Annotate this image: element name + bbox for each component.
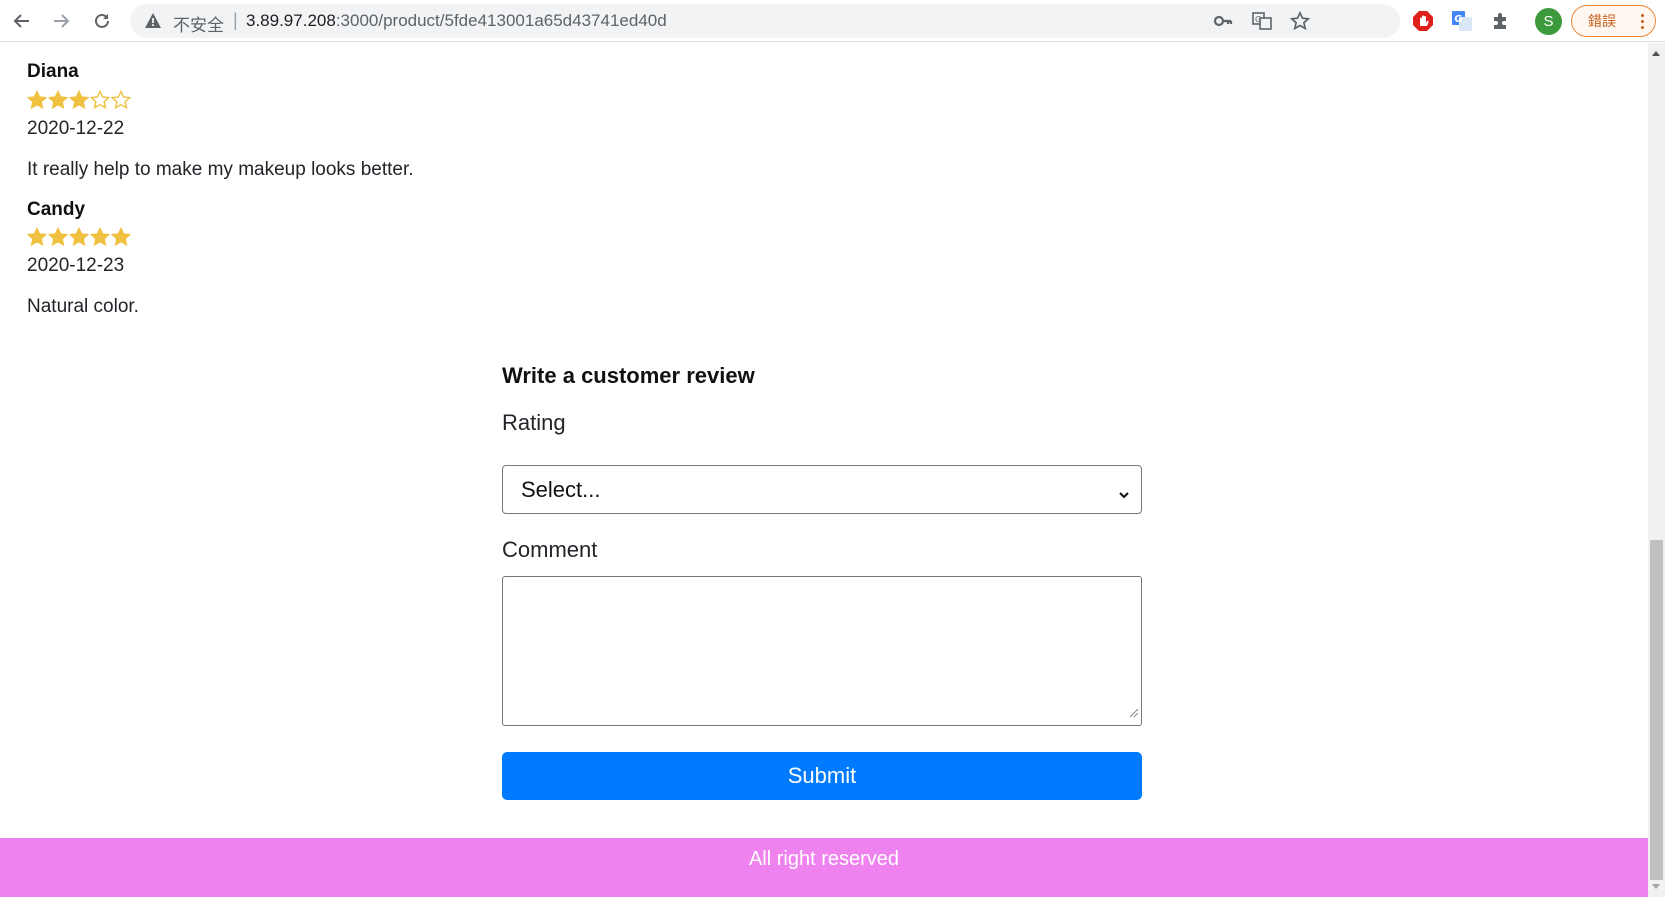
star-filled-icon <box>69 90 89 110</box>
review-item: Candy <box>27 199 85 221</box>
url-host: 3.89.97.208 <box>246 11 336 30</box>
page-content: Diana 2020-12-22 It really help to make … <box>0 43 1648 897</box>
review-item: Diana <box>27 61 79 83</box>
rating-select[interactable]: Select... <box>502 465 1142 514</box>
star-filled-icon <box>27 227 47 247</box>
scroll-up-arrow-icon[interactable] <box>1652 51 1660 56</box>
security-label[interactable]: 不安全 <box>173 11 224 36</box>
star-filled-icon <box>69 227 89 247</box>
error-button[interactable]: 錯誤 <box>1571 5 1656 37</box>
rating-label: Rating <box>502 410 566 435</box>
footer-text: All right reserved <box>748 848 900 870</box>
star-rating <box>27 90 131 110</box>
star-filled-icon <box>48 90 68 110</box>
warning-icon[interactable] <box>144 12 162 34</box>
review-date: 2020-12-23 <box>27 255 125 276</box>
adblock-extension-icon[interactable] <box>1411 9 1435 33</box>
chevron-down-icon <box>1117 482 1131 508</box>
submit-button[interactable]: Submit <box>502 752 1142 800</box>
star-empty-icon <box>90 90 110 110</box>
review-comment: It really help to make my makeup looks b… <box>27 159 414 180</box>
profile-avatar[interactable]: S <box>1535 8 1562 35</box>
rating-select-value: Select... <box>521 476 601 502</box>
error-label: 錯誤 <box>1588 13 1616 29</box>
reload-icon[interactable] <box>87 6 117 36</box>
more-menu-icon[interactable] <box>1641 12 1645 32</box>
review-comment: Natural color. <box>27 296 139 317</box>
comment-textarea[interactable] <box>502 576 1142 726</box>
browser-toolbar: 不安全 | 3.89.97.208:3000/product/5fde41300… <box>0 0 1665 42</box>
vertical-scrollbar[interactable] <box>1648 43 1665 897</box>
star-rating <box>27 227 131 247</box>
url-text[interactable]: 3.89.97.208:3000/product/5fde413001a65d4… <box>246 11 667 31</box>
star-empty-icon <box>111 90 131 110</box>
key-icon[interactable] <box>1213 11 1233 31</box>
star-filled-icon <box>111 227 131 247</box>
footer: All right reserved <box>0 838 1648 897</box>
back-arrow-icon[interactable] <box>7 6 37 36</box>
star-filled-icon <box>27 90 47 110</box>
address-bar[interactable]: 不安全 | 3.89.97.208:3000/product/5fde41300… <box>130 4 1400 38</box>
comment-label: Comment <box>502 537 598 562</box>
svg-text:G: G <box>1454 14 1462 25</box>
extensions-puzzle-icon[interactable] <box>1489 9 1513 33</box>
translate-icon[interactable]: G <box>1252 11 1272 31</box>
scrollbar-thumb[interactable] <box>1650 540 1663 880</box>
reviewer-name: Diana <box>27 61 79 82</box>
star-filled-icon <box>48 227 68 247</box>
review-date: 2020-12-22 <box>27 118 125 139</box>
separator: | <box>233 10 238 30</box>
form-title: Write a customer review <box>502 363 755 388</box>
star-filled-icon <box>90 227 110 247</box>
url-path: :3000/product/5fde413001a65d43741ed40d <box>335 11 667 30</box>
scroll-down-arrow-icon[interactable] <box>1652 884 1660 889</box>
bookmark-star-icon[interactable] <box>1289 10 1311 31</box>
resize-handle-icon[interactable] <box>1127 705 1139 723</box>
google-translate-extension-icon[interactable]: G <box>1450 9 1474 33</box>
forward-arrow-icon[interactable] <box>46 6 76 36</box>
svg-text:G: G <box>1255 15 1261 24</box>
reviewer-name: Candy <box>27 199 86 220</box>
